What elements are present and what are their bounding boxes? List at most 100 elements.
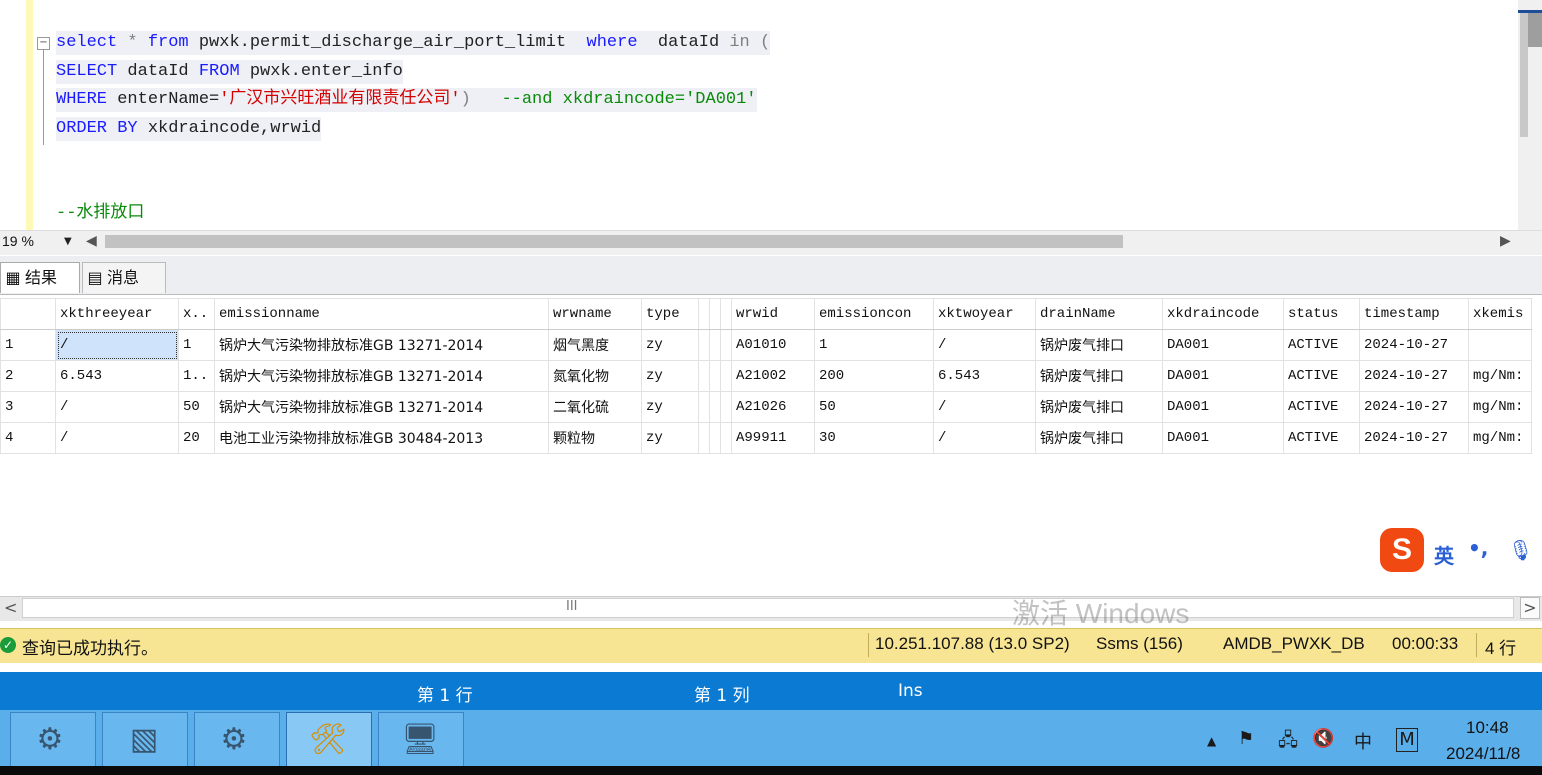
table-cell[interactable]: A21002 [731,360,815,392]
tray-chevron-icon[interactable]: ▲ [1207,734,1216,748]
table-row[interactable]: 2 6.543 1.. 锅炉大气污染物排放标准GB 13271-2014 氮氧化物 zy A… [0,360,1532,392]
column-header[interactable]: xkemis [1468,298,1532,330]
table-cell[interactable]: mg/Nm: [1468,360,1532,392]
table-cell[interactable]: 二氧化硫 [548,391,642,423]
table-cell[interactable] [720,422,732,454]
column-header[interactable] [698,298,710,330]
collapse-toggle[interactable]: − [37,37,50,50]
table-cell[interactable]: DA001 [1162,360,1284,392]
table-cell[interactable]: 锅炉大气污染物排放标准GB 13271-2014 [214,391,549,423]
table-cell[interactable]: 锅炉废气排口 [1035,422,1163,454]
table-cell[interactable]: 2024-10-27 [1359,360,1469,392]
table-cell[interactable]: ACTIVE [1283,422,1360,454]
tab-messages[interactable]: ▤ 消息 [82,262,166,293]
table-cell[interactable]: zy [641,391,699,423]
table-cell[interactable]: 1.. [178,360,215,392]
table-cell[interactable]: ACTIVE [1283,391,1360,423]
table-cell[interactable] [709,422,721,454]
table-row[interactable]: 1/1 锅炉大气污染物排放标准GB 13271-2014 烟气黑度 zy A01010 1… [0,329,1532,361]
table-cell[interactable]: 200 [814,360,934,392]
table-cell[interactable] [698,329,710,361]
table-cell[interactable]: / [55,329,179,361]
flag-icon[interactable]: ⚑ [1238,728,1254,749]
table-cell[interactable]: 50 [178,391,215,423]
tab-results[interactable]: ▦ 结果 [0,262,80,293]
row-number[interactable]: 4 [0,422,56,454]
table-cell[interactable]: DA001 [1162,391,1284,423]
table-cell[interactable]: 2024-10-27 [1359,329,1469,361]
column-header[interactable] [0,298,56,330]
table-cell[interactable]: ACTIVE [1283,329,1360,361]
table-cell[interactable] [698,360,710,392]
table-cell[interactable]: 锅炉大气污染物排放标准GB 13271-2014 [214,329,549,361]
column-header[interactable]: xktwoyear [933,298,1036,330]
table-cell[interactable]: 电池工业污染物排放标准GB 30484-2013 [214,422,549,454]
grid-hscroll-thumb[interactable] [22,598,1514,618]
column-header[interactable]: wrwname [548,298,642,330]
table-cell[interactable]: A21026 [731,391,815,423]
column-header[interactable]: x.. [178,298,215,330]
table-cell[interactable] [1468,329,1532,361]
table-cell[interactable] [720,391,732,423]
table-cell[interactable]: / [933,391,1036,423]
network-icon[interactable]: 🖧 [1278,728,1298,758]
table-cell[interactable] [709,329,721,361]
table-cell[interactable]: 6.543 [55,360,179,392]
table-cell[interactable]: 2024-10-27 [1359,391,1469,423]
table-row[interactable]: 4/20 电池工业污染物排放标准GB 30484-2013 颗粒物 zy A99911 3… [0,422,1532,454]
table-cell[interactable]: mg/Nm: [1468,391,1532,423]
row-number[interactable]: 2 [0,360,56,392]
table-cell[interactable]: 20 [178,422,215,454]
zoom-level[interactable]: 19 % [2,233,34,249]
table-cell[interactable]: 锅炉废气排口 [1035,391,1163,423]
table-cell[interactable] [698,391,710,423]
table-cell[interactable]: / [933,422,1036,454]
table-cell[interactable]: / [55,391,179,423]
table-cell[interactable]: A99911 [731,422,815,454]
ime-language-toggle[interactable]: 英 [1434,540,1454,569]
column-header[interactable]: emissionname [214,298,549,330]
column-header[interactable]: emissioncon [814,298,934,330]
editor-vscroll-thumb[interactable] [1520,12,1528,137]
scroll-right-icon[interactable]: > [1520,597,1540,619]
scroll-left-icon[interactable]: < [4,598,17,617]
table-cell[interactable]: DA001 [1162,422,1284,454]
editor-hscroll-thumb[interactable] [105,235,1123,248]
table-cell[interactable]: 颗粒物 [548,422,642,454]
table-cell[interactable]: zy [641,329,699,361]
table-cell[interactable]: 2024-10-27 [1359,422,1469,454]
table-cell[interactable]: zy [641,422,699,454]
row-number[interactable]: 3 [0,391,56,423]
volume-muted-icon[interactable]: 🔇 [1312,728,1334,749]
row-number[interactable]: 1 [0,329,56,361]
ime-logo-icon[interactable]: S [1380,528,1424,572]
clock-time[interactable]: 10:48 [1466,718,1509,738]
ime-punctuation-toggle[interactable]: •, [1468,536,1488,560]
chevron-down-icon[interactable]: ▼ [64,236,72,247]
table-cell[interactable] [720,360,732,392]
column-header[interactable] [720,298,732,330]
table-row[interactable]: 3/50 锅炉大气污染物排放标准GB 13271-2014 二氧化硫 zy A21026… [0,391,1532,423]
table-cell[interactable]: / [55,422,179,454]
column-header[interactable]: xkthreeyear [55,298,179,330]
table-cell[interactable]: 30 [814,422,934,454]
table-cell[interactable] [720,329,732,361]
table-cell[interactable]: ACTIVE [1283,360,1360,392]
table-cell[interactable]: zy [641,360,699,392]
column-header[interactable]: timestamp [1359,298,1469,330]
column-header[interactable]: drainName [1035,298,1163,330]
clock-date[interactable]: 2024/11/8 [1446,744,1520,764]
table-cell[interactable]: 烟气黑度 [548,329,642,361]
column-header[interactable]: type [641,298,699,330]
column-header[interactable]: wrwid [731,298,815,330]
microphone-icon[interactable]: 🎙 [1508,538,1533,562]
table-cell[interactable]: 锅炉废气排口 [1035,329,1163,361]
table-cell[interactable] [709,391,721,423]
table-cell[interactable]: / [933,329,1036,361]
table-cell[interactable]: DA001 [1162,329,1284,361]
scroll-left-icon[interactable]: ◀ [86,233,97,249]
table-cell[interactable]: 50 [814,391,934,423]
ime-m-indicator[interactable]: M [1396,728,1418,752]
table-cell[interactable]: 1 [814,329,934,361]
column-header[interactable] [709,298,721,330]
